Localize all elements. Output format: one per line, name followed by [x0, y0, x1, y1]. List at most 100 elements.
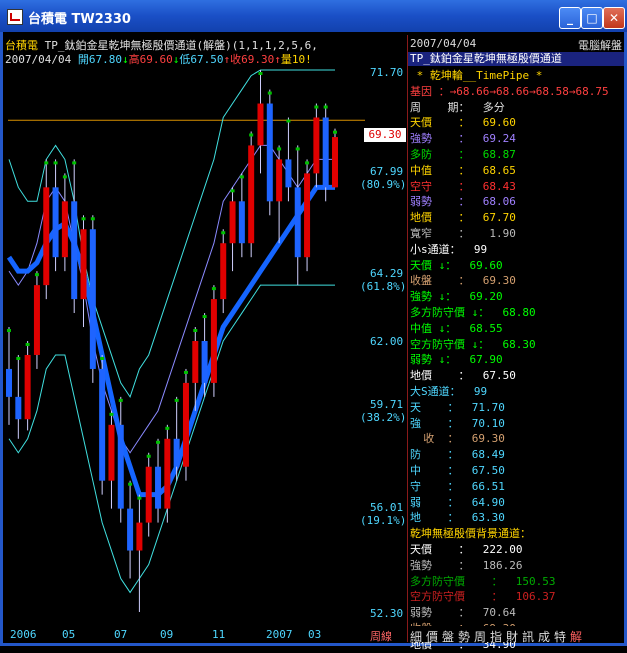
candle-body — [117, 424, 124, 509]
candle-body — [145, 466, 152, 523]
panel-row: 天價 ： 222.00 — [410, 543, 523, 556]
candle-body — [173, 438, 180, 467]
signal-dot — [323, 105, 328, 109]
hdr2-segment: ↓ — [121, 53, 129, 66]
tab-10[interactable]: 解 — [568, 629, 584, 645]
chart-area[interactable] — [3, 35, 408, 642]
signal-dot — [44, 161, 49, 165]
y-tick-label: 62.00 — [370, 335, 404, 348]
x-tick-label: 03 — [308, 628, 322, 641]
panel-row: 大S通道： 99 — [410, 385, 488, 398]
signal-dot — [211, 287, 216, 291]
y-tick-label: 56.01 — [370, 501, 404, 514]
minimize-button[interactable]: _ — [559, 7, 581, 29]
panel-row: 弱 ： 64.90 — [410, 495, 505, 509]
signal-dot — [249, 133, 254, 137]
signal-dot — [109, 412, 114, 416]
y-tick-label: 71.70 — [370, 66, 404, 79]
signal-dot — [128, 482, 133, 486]
panel-row: 弱勢 ： 68.06 — [410, 195, 516, 209]
panel-row: 守 ： 66.51 — [410, 479, 505, 493]
tab-3[interactable]: 勢 — [456, 629, 472, 645]
signal-dot — [258, 72, 263, 75]
tab-1[interactable]: 價 — [424, 629, 440, 645]
candle-body — [71, 201, 78, 300]
panel-row: 多方防守價 ： 150.53 — [410, 574, 556, 588]
period-label[interactable]: 周線 — [370, 628, 392, 644]
candle-body — [182, 382, 189, 467]
tab-0[interactable]: 細 — [408, 629, 424, 645]
signal-dot — [314, 105, 319, 109]
price-chart[interactable] — [3, 35, 407, 642]
signal-dot — [230, 189, 235, 193]
app-chart-icon — [7, 9, 23, 25]
panel-row: 強勢 ： 186.26 — [410, 558, 523, 572]
tab-8[interactable]: 成 — [536, 629, 552, 645]
signal-dot — [286, 119, 291, 123]
y-tick-pct: (19.1%) — [360, 514, 407, 527]
signal-dot — [193, 329, 198, 333]
x-tick-label: 2007 — [266, 628, 293, 641]
panel-row: 地 ： 63.30 — [410, 511, 505, 525]
panel-row: 中 ： 67.50 — [410, 464, 505, 477]
title-bar[interactable]: 台積電 TW2330 _ □ ✕ — [0, 0, 627, 32]
candle-body — [155, 466, 162, 509]
candle-body — [164, 438, 171, 509]
y-tick-label: 52.30 — [370, 607, 404, 620]
signal-dot — [305, 161, 310, 165]
candle-body — [210, 299, 217, 383]
panel-row: 天 ： 71.70 — [410, 400, 505, 414]
candle-body — [33, 285, 40, 355]
y-tick-label: 67.99 — [370, 165, 404, 178]
tab-4[interactable]: 周 — [472, 629, 488, 645]
candle-body — [99, 368, 106, 481]
panel-row: 地價 ： 67.50 — [410, 369, 516, 383]
signal-dot — [183, 370, 188, 374]
panel-row: 中值 ： 68.65 — [410, 163, 516, 177]
panel-row: 空守 ： 68.43 — [410, 179, 516, 193]
tab-7[interactable]: 訊 — [520, 629, 536, 645]
panel-row: 弱勢 ↓： 67.90 — [410, 353, 503, 367]
tab-2[interactable]: 盤 — [440, 629, 456, 645]
view-tabs: 細價盤勢周指財訊成特解 — [408, 626, 624, 645]
y-tick-label: 64.29 — [370, 267, 404, 280]
panel-row: * 乾坤輪__TimePipe * — [410, 69, 543, 82]
x-tick-label: 11 — [212, 628, 226, 641]
candle-body — [89, 229, 96, 369]
y-tick-label: 59.71 — [370, 398, 404, 411]
signal-dot — [137, 496, 142, 500]
candle-body — [52, 187, 59, 258]
signal-dot — [90, 217, 95, 221]
tab-5[interactable]: 指 — [488, 629, 504, 645]
panel-row: 小s通道： 99 — [410, 242, 488, 256]
panel-row: 空方防守價 ： 106.37 — [410, 590, 556, 604]
signal-dot — [156, 440, 161, 444]
signal-dot — [239, 175, 244, 179]
signal-dot — [53, 161, 58, 165]
maximize-button[interactable]: □ — [581, 7, 603, 29]
tab-9[interactable]: 特 — [552, 629, 568, 645]
candle-body — [266, 103, 273, 202]
panel-title: TP_鈦鉑金星乾坤無極殷價通道 — [408, 52, 624, 66]
signal-dot — [277, 147, 282, 151]
candle-body — [15, 396, 22, 420]
candle-body — [201, 341, 208, 383]
hdr2-segment: ↑ — [274, 53, 281, 66]
candle-body — [294, 187, 301, 258]
candle-body — [24, 354, 31, 420]
signal-dot — [295, 147, 300, 151]
panel-row: 寬窄 ： 1.90 — [410, 227, 516, 240]
y-tick-pct: (61.8%) — [360, 280, 407, 293]
panel-row: 強勢 ： 69.24 — [410, 132, 516, 146]
candle-body — [108, 424, 115, 481]
signal-dot — [81, 217, 86, 221]
x-tick-label: 2006 — [10, 628, 37, 641]
panel-row: 地價 ： 67.70 — [410, 211, 516, 225]
candle-body — [332, 137, 338, 188]
y-tick-pct: (38.2%) — [360, 411, 407, 424]
panel-row: 防 ： 68.49 — [410, 448, 505, 462]
signal-dot — [7, 329, 11, 333]
close-button[interactable]: ✕ — [603, 7, 625, 29]
candle-body — [313, 117, 320, 174]
tab-6[interactable]: 財 — [504, 629, 520, 645]
